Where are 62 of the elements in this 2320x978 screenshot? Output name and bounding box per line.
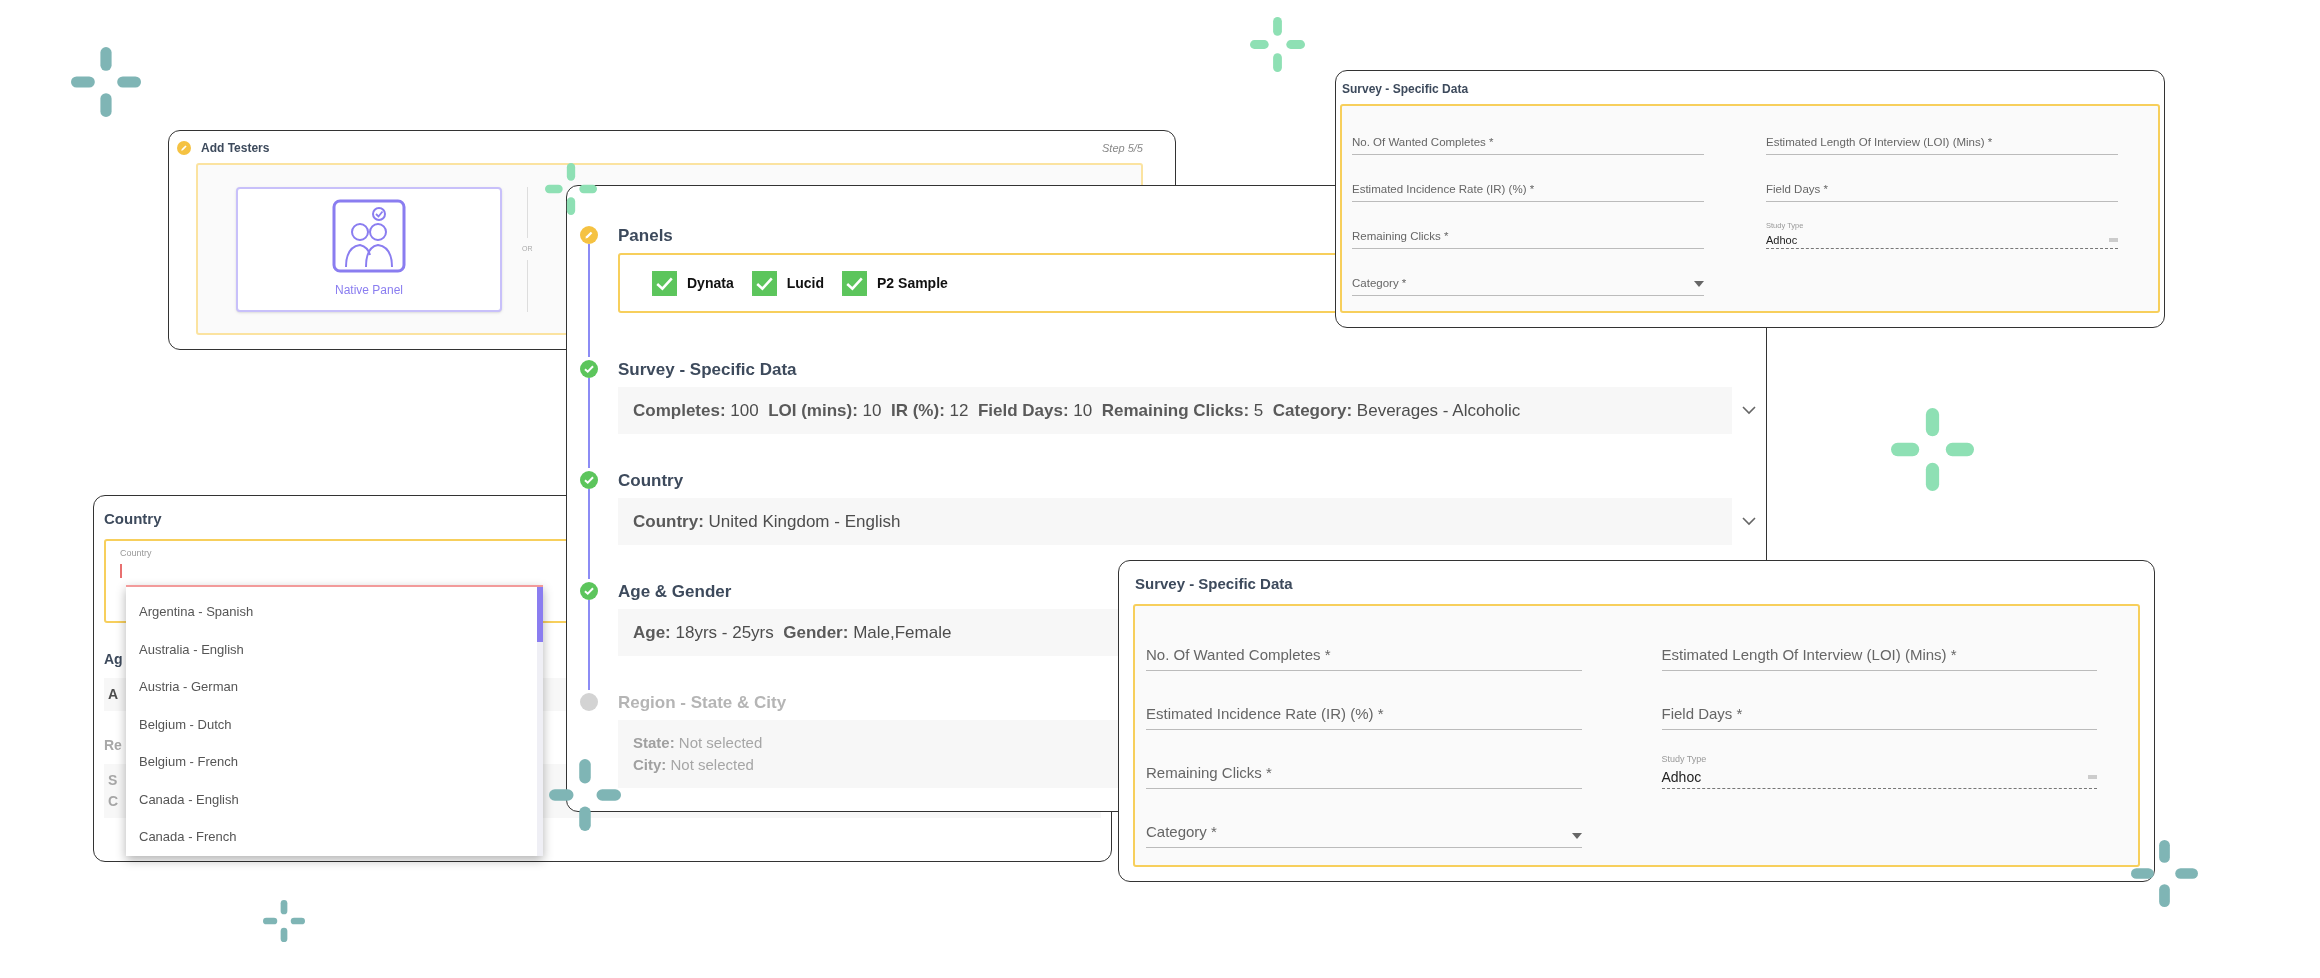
- summary-text: Age: 18yrs - 25yrs Gender: Male,Female: [633, 621, 952, 644]
- summary-text: S: [108, 770, 118, 790]
- sparkle-icon: [263, 900, 305, 942]
- people-icon: [332, 199, 406, 273]
- step-title: Panels: [618, 225, 673, 247]
- category-select[interactable]: Category *: [1352, 255, 1704, 296]
- input-field[interactable]: No. Of Wanted Completes *: [1352, 114, 1704, 155]
- checkbox[interactable]: [751, 270, 777, 296]
- input-field[interactable]: Remaining Clicks *: [1352, 208, 1704, 249]
- summary-text: Country: United Kingdom - English: [633, 510, 901, 533]
- card-title: Survey - Specific Data: [1135, 574, 1293, 594]
- caret-icon: [1694, 281, 1704, 287]
- card-title: Survey - Specific Data: [1342, 81, 1469, 98]
- sparkle-icon: [2131, 840, 2198, 907]
- chevron-down-icon[interactable]: [1742, 517, 1756, 526]
- step-indicator: Step 5/5: [1102, 140, 1143, 156]
- checkbox[interactable]: [652, 270, 677, 296]
- caret-icon: [1571, 832, 1582, 839]
- summary-text: C: [108, 791, 119, 811]
- panel-option-card[interactable]: Native Panel: [236, 186, 502, 312]
- text-cursor: [120, 564, 122, 578]
- step-title: Country: [618, 470, 684, 492]
- summary-text: City: Not selected: [633, 755, 754, 775]
- checkbox-label: Dynata: [687, 273, 734, 293]
- dropdown-item[interactable]: Belgium - Dutch: [126, 705, 537, 743]
- checkbox-label: Lucid: [786, 273, 825, 293]
- summary-text: State: Not selected: [633, 732, 763, 753]
- input-field[interactable]: Field Days *: [1766, 161, 2118, 202]
- input-field[interactable]: Estimated Incidence Rate (IR) (%) *: [1146, 676, 1582, 730]
- input-field[interactable]: Estimated Length Of Interview (LOI) (Mins) *: [1766, 114, 2118, 155]
- summary-text: A: [108, 684, 119, 704]
- summary-text: Completes: 100 LOI (mins): 10 IR (%): 12 Field Days: 10 Remaining Clicks: 5 Category: Beverages - Alcoholic: [633, 399, 1521, 422]
- sparkle-icon: [549, 759, 621, 831]
- input-field[interactable]: No. Of Wanted Completes *: [1146, 617, 1582, 671]
- step-title: Region - State & City: [618, 692, 787, 714]
- section-title: Ag: [104, 649, 123, 669]
- chevron-down-icon[interactable]: [1742, 406, 1756, 415]
- section-title: Re: [104, 735, 122, 755]
- dropdown-item[interactable]: Australia - English: [126, 630, 537, 668]
- input-field[interactable]: Remaining Clicks *: [1146, 735, 1582, 789]
- input-field[interactable]: Estimated Length Of Interview (LOI) (Mins) *: [1661, 617, 2097, 671]
- dropdown-item[interactable]: Austria - German: [126, 668, 537, 706]
- step-title: Age & Gender: [618, 581, 732, 603]
- sparkle-icon: [545, 163, 597, 215]
- checkbox-label: P2 Sample: [877, 273, 948, 293]
- step-title: Survey - Specific Data: [618, 359, 797, 381]
- input-field[interactable]: Field Days *: [1661, 676, 2097, 730]
- card-title: Country: [104, 509, 162, 529]
- sparkle-icon: [1891, 408, 1974, 491]
- checkbox[interactable]: [842, 270, 868, 296]
- card-title: Add Testers: [201, 140, 270, 157]
- field-label: Country: [120, 546, 152, 560]
- input-field[interactable]: Estimated Incidence Rate (IR) (%) *: [1352, 161, 1704, 202]
- sparkle-icon: [71, 47, 141, 117]
- study-type-field[interactable]: Study Type Adhoc: [1661, 735, 2097, 789]
- dropdown-item[interactable]: Argentina - Spanish: [126, 593, 537, 631]
- sparkle-icon: [1250, 17, 1305, 72]
- category-select[interactable]: Category *: [1146, 794, 1582, 848]
- dropdown-item[interactable]: Canada - English: [126, 780, 537, 818]
- dropdown-item[interactable]: Belgium - French: [126, 743, 537, 781]
- pencil-icon: [177, 141, 191, 155]
- dropdown-item[interactable]: Canada - French: [126, 818, 537, 856]
